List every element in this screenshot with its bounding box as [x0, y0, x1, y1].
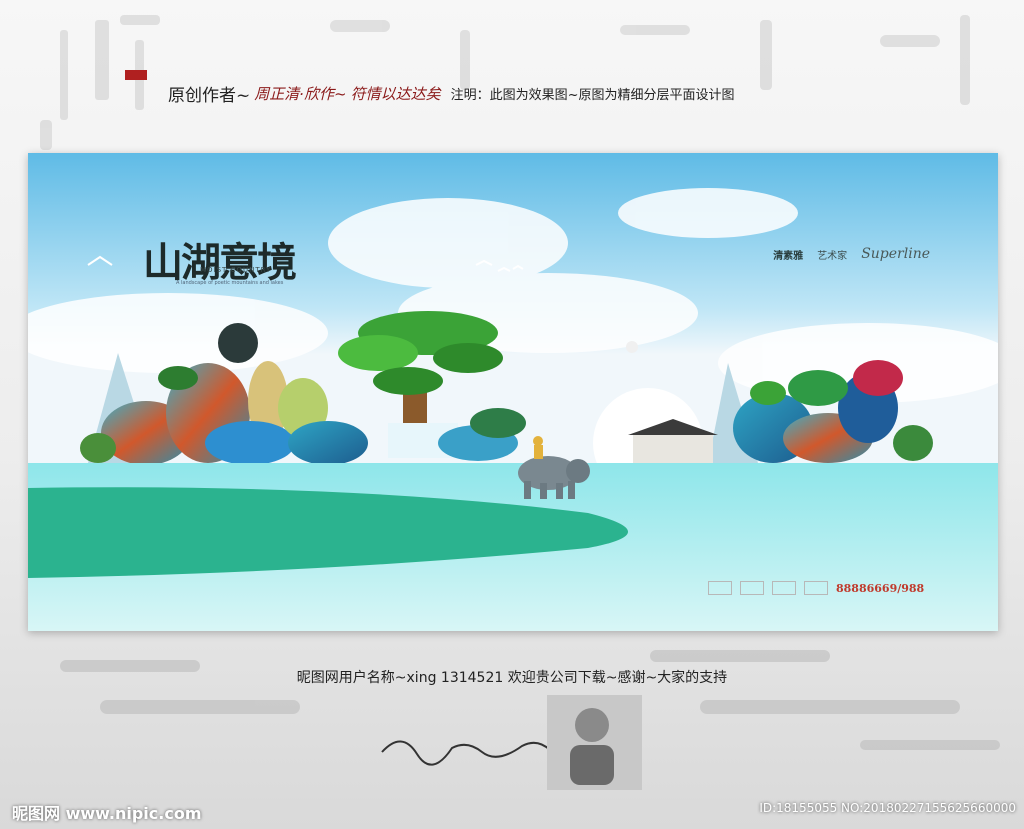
contact-block: 88886669/988: [708, 581, 924, 595]
poster: 山湖意境 MOIST COUNTRY A landscape of poetic…: [28, 153, 998, 631]
seal-text: 符情以达达矣: [350, 84, 441, 103]
poster-artwork: [28, 153, 998, 631]
note-text: 注明：此图为效果图~原图为精细分层平面设计图: [450, 87, 735, 103]
phone-number: 88886669/988: [836, 581, 925, 595]
author-label: 原创作者~: [168, 85, 251, 106]
partner-logo-2: 艺术家: [817, 250, 848, 262]
poster-subtitle: MOIST COUNTRY: [200, 266, 272, 274]
mini-logo: [740, 581, 764, 595]
red-seal-deco: [125, 70, 147, 80]
partner-logo-1: 清素雅: [773, 250, 804, 262]
author-name: 周正清·欣作~: [254, 84, 347, 103]
mini-logo: [708, 581, 732, 595]
mini-logo: [772, 581, 796, 595]
poster-tagline: A landscape of poetic mountains and lake…: [176, 280, 284, 286]
username-line: 昵图网用户名称~xing 1314521 欢迎贵公司下载~感谢~大家的支持: [296, 670, 728, 686]
watermark-right: ID:18155055 NO:20180227155625660000: [759, 801, 1016, 815]
mini-logo: [804, 581, 828, 595]
watermark-left: 昵图网 www.nipic.com: [12, 804, 202, 823]
signature-portrait: [381, 695, 642, 790]
partner-logo-3: Superline: [861, 246, 930, 262]
moon: [626, 341, 638, 353]
author-line: 原创作者~ 周正清·欣作~ 符情以达达矣 注明：此图为效果图~原图为精细分层平面…: [168, 82, 735, 106]
partner-logos: 清素雅 艺术家 Superline: [773, 246, 930, 262]
